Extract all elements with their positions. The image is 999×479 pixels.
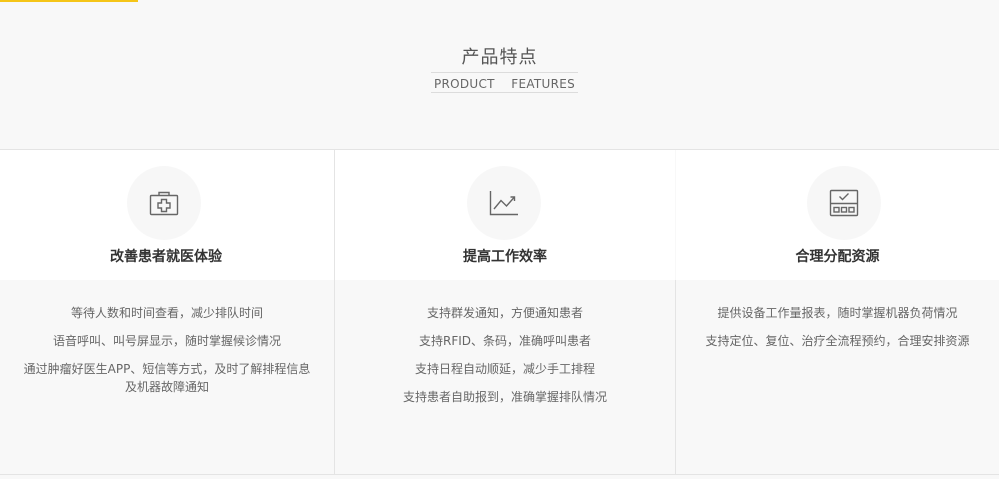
list-item: 通过肿瘤好医生APP、短信等方式，及时了解排程信息及机器故障通知	[23, 362, 311, 394]
feature-icon-circle	[807, 166, 881, 240]
section-subtitle: PRODUCT FEATURES	[433, 77, 576, 91]
feature-list: 提供设备工作量报表，随时掌握机器负荷情况 支持定位、复位、治疗全流程预约，合理安…	[676, 304, 999, 360]
feature-icon-circle	[467, 166, 541, 240]
feature-card-header: 合理分配资源	[676, 150, 999, 280]
column-divider	[334, 150, 335, 474]
feature-list: 等待人数和时间查看，减少排队时间 语音呼叫、叫号屏显示，随时掌握候诊情况 通过肿…	[0, 304, 334, 406]
feature-card-efficiency: 提高工作效率 支持群发通知，方便通知患者 支持RFID、条码，准确呼叫患者 支持…	[335, 150, 675, 474]
feature-card-header: 提高工作效率	[335, 150, 675, 280]
section-header: 产品特点 PRODUCT FEATURES	[0, 0, 999, 149]
medical-kit-icon	[149, 191, 179, 216]
list-item: 支持RFID、条码，准确呼叫患者	[418, 334, 592, 348]
bottom-divider	[0, 474, 999, 475]
feature-icon-circle	[127, 166, 201, 240]
column-divider	[675, 280, 676, 474]
feature-card-resources: 合理分配资源 提供设备工作量报表，随时掌握机器负荷情况 支持定位、复位、治疗全流…	[676, 150, 999, 474]
section-title: 产品特点	[461, 47, 538, 68]
list-item: 支持患者自助报到，准确掌握排队情况	[402, 390, 607, 404]
list-item: 语音呼叫、叫号屏显示，随时掌握候诊情况	[52, 334, 281, 348]
product-features-section: 产品特点 PRODUCT FEATURES 改善患者就医体验 等待人数和时间查看…	[0, 0, 999, 479]
list-item: 提供设备工作量报表，随时掌握机器负荷情况	[717, 306, 958, 320]
section-subtitle-box: PRODUCT FEATURES	[431, 72, 578, 93]
list-item: 支持日程自动顺延，减少手工排程	[414, 362, 595, 376]
trend-chart-icon	[489, 191, 518, 216]
feature-list: 支持群发通知，方便通知患者 支持RFID、条码，准确呼叫患者 支持日程自动顺延，…	[335, 304, 675, 416]
list-item: 等待人数和时间查看，减少排队时间	[70, 306, 263, 320]
list-item: 支持定位、复位、治疗全流程预约，合理安排资源	[705, 334, 970, 348]
feature-title: 改善患者就医体验	[110, 249, 222, 265]
monitor-check-icon	[829, 189, 859, 217]
feature-card-patient-experience: 改善患者就医体验 等待人数和时间查看，减少排队时间 语音呼叫、叫号屏显示，随时掌…	[0, 150, 334, 474]
feature-title: 提高工作效率	[463, 249, 547, 265]
feature-card-header: 改善患者就医体验	[0, 150, 334, 280]
feature-title: 合理分配资源	[795, 249, 880, 265]
list-item: 支持群发通知，方便通知患者	[426, 306, 583, 320]
